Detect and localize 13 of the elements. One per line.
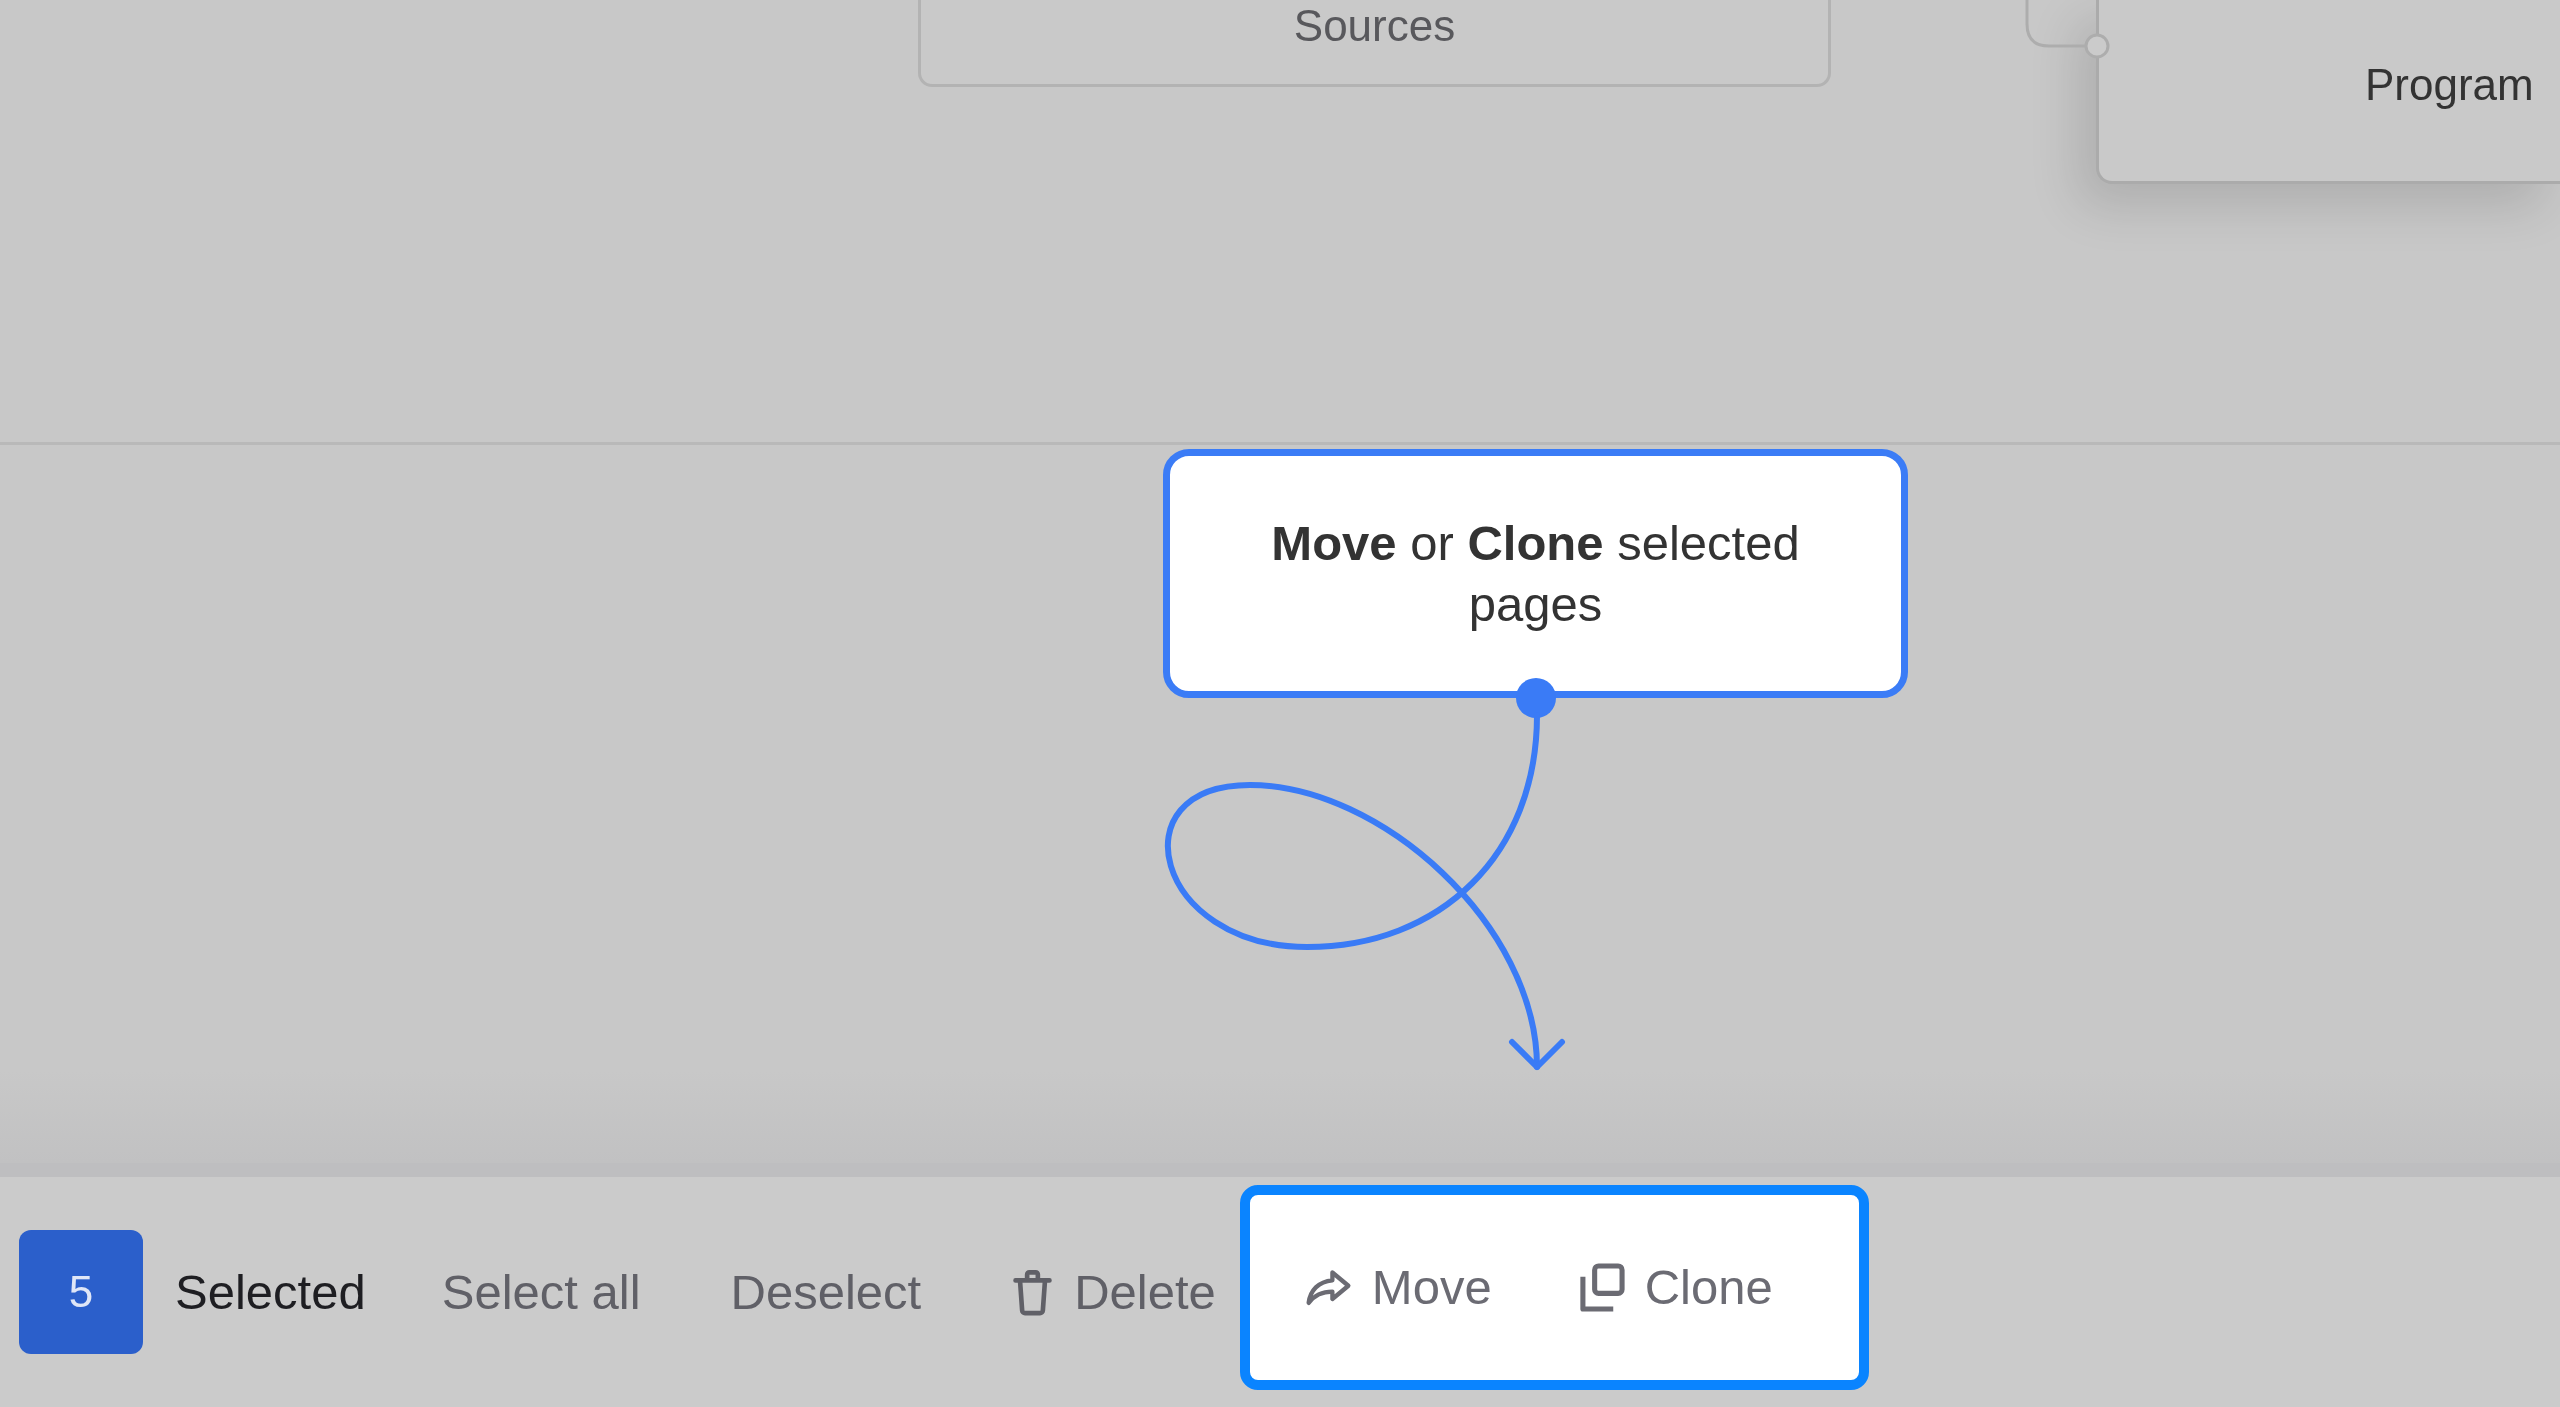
clone-button[interactable]: Clone bbox=[1577, 1251, 1773, 1323]
trash-icon bbox=[1011, 1267, 1055, 1317]
copy-icon bbox=[1577, 1262, 1625, 1312]
text-button[interactable]: Deselect bbox=[730, 1256, 922, 1328]
move-button[interactable]: Move bbox=[1304, 1251, 1492, 1323]
count-badge: 5 bbox=[19, 1230, 143, 1354]
curved-arrow-icon bbox=[1304, 1268, 1352, 1306]
delete-button[interactable]: Delete bbox=[1011, 1256, 1216, 1328]
node-label: Sources bbox=[1293, 0, 1456, 52]
text-button[interactable]: Select all bbox=[441, 1256, 641, 1328]
selection-label: Selected bbox=[175, 1264, 366, 1320]
node-label: Program bbox=[2365, 58, 2534, 111]
tooltip-text: Move or Clone selected pages bbox=[1270, 514, 1801, 633]
